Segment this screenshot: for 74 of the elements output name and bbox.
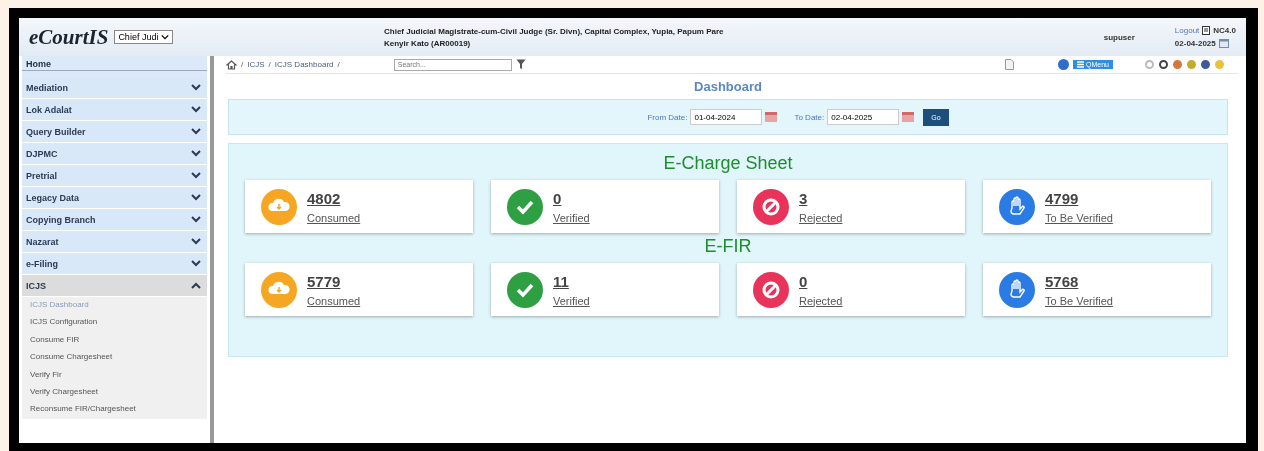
sidebar-item[interactable]: Legacy Data	[22, 187, 207, 209]
chevron-down-icon	[191, 150, 201, 157]
sidebar-item[interactable]: Mediation	[22, 77, 207, 99]
stat-label-link[interactable]: Consumed	[307, 211, 361, 224]
home-icon[interactable]	[226, 59, 237, 70]
username: supuser	[1103, 32, 1135, 42]
stat-count-link[interactable]: 4802	[307, 189, 361, 207]
sidebar-item[interactable]: Copying Branch	[22, 209, 207, 231]
theme-swatch[interactable]	[1201, 60, 1210, 69]
section-title: E-FIR	[703, 235, 753, 258]
filter-icon[interactable]	[515, 59, 526, 70]
current-date: 02-04-2025	[1174, 38, 1216, 48]
document-icon	[1202, 26, 1211, 35]
section-title: E-Charge Sheet	[662, 152, 794, 175]
chevron-down-icon	[191, 260, 201, 267]
stat-count-link[interactable]: 0	[553, 189, 590, 207]
menu-icon	[1077, 61, 1085, 68]
chevron-down-icon	[191, 172, 201, 179]
calendar-icon[interactable]	[765, 112, 778, 122]
theme-swatch[interactable]	[1187, 60, 1196, 69]
stat-count-link[interactable]: 0	[799, 272, 843, 290]
stat-count-link[interactable]: 11	[553, 272, 590, 290]
sidebar-item[interactable]: Pretrial	[22, 165, 207, 187]
submenu-item[interactable]: Reconsume FIR/Chargesheet	[22, 401, 207, 419]
stat-label-link[interactable]: To Be Verified	[1045, 294, 1113, 307]
home-menu-item[interactable]: Home	[22, 56, 207, 71]
calendar-icon[interactable]	[902, 112, 915, 122]
stat-count-link[interactable]: 3	[799, 189, 843, 207]
sidebar-item[interactable]: DJPMC	[22, 143, 207, 165]
court-select[interactable]: Chief Judi	[114, 30, 174, 44]
from-date-label: From Date:	[647, 112, 688, 122]
stat-label-link[interactable]: Verified	[553, 294, 590, 307]
document-icon[interactable]	[1005, 59, 1015, 70]
chevron-down-icon	[191, 216, 201, 223]
submenu-item[interactable]: ICJS Configuration	[22, 314, 207, 332]
sidebar-item[interactable]: Query Builder	[22, 121, 207, 143]
app-logo: eCourtIS	[29, 24, 109, 50]
stat-label-link[interactable]: Rejected	[799, 294, 843, 307]
version-label: NC4.0	[1213, 26, 1236, 35]
calendar-icon	[1218, 38, 1229, 48]
theme-swatch[interactable]	[1173, 60, 1182, 69]
theme-swatch[interactable]	[1145, 60, 1154, 69]
submenu-item[interactable]: Consume Chargesheet	[22, 349, 207, 367]
breadcrumb-link[interactable]: ICJS	[247, 60, 265, 69]
sidebar-item[interactable]: ICJS	[22, 275, 207, 297]
stat-count-link[interactable]: 4799	[1045, 189, 1113, 207]
stat-label-link[interactable]: Rejected	[799, 211, 843, 224]
breadcrumb-separator: /	[241, 60, 244, 69]
stat-label-link[interactable]: Consumed	[307, 294, 361, 307]
from-date-field[interactable]: 01-04-2024	[690, 109, 763, 125]
sidebar-item[interactable]: Nazarat	[22, 231, 207, 253]
chevron-down-icon	[191, 194, 201, 201]
caret-icon	[161, 34, 170, 40]
page-title: Dashboard	[693, 78, 763, 96]
stat-count-link[interactable]: 5779	[307, 272, 361, 290]
to-date-field[interactable]: 02-04-2025	[827, 109, 900, 125]
user-name: Kenyir Kato (AR00019)	[384, 38, 472, 48]
stat-label-link[interactable]: Verified	[553, 211, 590, 224]
sidebar-item[interactable]: Lok Adalat	[22, 99, 207, 121]
chevron-down-icon	[191, 238, 201, 245]
breadcrumb-separator: /	[268, 60, 271, 69]
to-date-label: To Date:	[794, 112, 825, 122]
theme-swatch[interactable]	[1159, 60, 1168, 69]
stat-label-link[interactable]: To Be Verified	[1045, 211, 1113, 224]
breadcrumb-separator: /	[337, 60, 340, 69]
chevron-up-icon	[191, 282, 201, 289]
logout-link[interactable]: Logout	[1174, 26, 1200, 35]
chevron-down-icon	[191, 128, 201, 135]
chevron-down-icon	[191, 84, 201, 91]
stat-count-link[interactable]: 5768	[1045, 272, 1113, 290]
chevron-down-icon	[191, 106, 201, 113]
court-name: Chief Judicial Magistrate-cum-Civil Judge (Sr. Divn), Capital Complex, Yupia, Papum Pare	[384, 26, 725, 36]
sidebar-item[interactable]: e-Filing	[22, 253, 207, 275]
breadcrumb-link[interactable]: ICJS Dashboard	[274, 60, 334, 69]
